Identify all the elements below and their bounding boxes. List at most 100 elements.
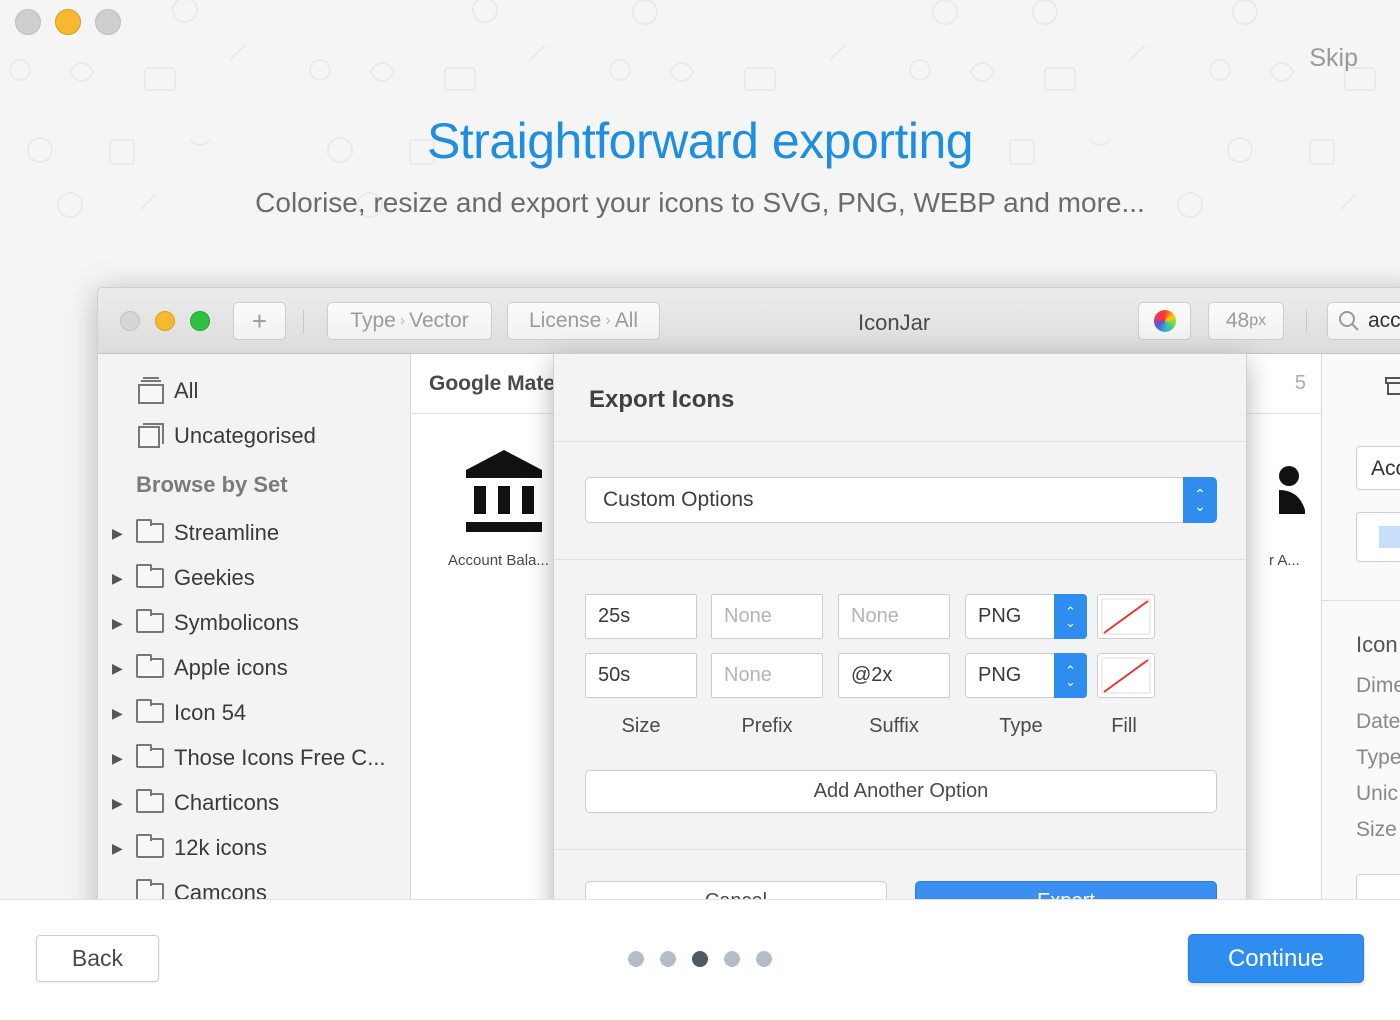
disclosure-triangle-icon[interactable]: ▶ [112, 750, 136, 767]
window-zoom-button[interactable] [95, 9, 121, 35]
sidebar-item-icon-54[interactable]: ▶ Icon 54 [112, 693, 246, 733]
no-fill-icon [1101, 657, 1151, 694]
prefix-field[interactable]: None [711, 594, 823, 639]
disclosure-triangle-icon[interactable]: ▶ [112, 615, 136, 632]
bank-icon[interactable] [464, 448, 544, 534]
icon-label: r A... [1269, 552, 1300, 569]
prefix-field[interactable]: None [711, 653, 823, 698]
select-stepper-icon: ⌃ ⌄ [1183, 477, 1217, 523]
sidebar-item-label: Geekies [174, 565, 255, 590]
license-filter-key: License [528, 309, 602, 332]
inspector-divider [1322, 600, 1400, 601]
disclosure-triangle-icon[interactable]: ▶ [112, 705, 136, 722]
inspector-bottom-button[interactable] [1356, 874, 1400, 900]
sidebar-item-geekies[interactable]: ▶ Geekies [112, 558, 255, 598]
sidebar-item-12k-icons[interactable]: ▶ 12k icons [112, 828, 267, 868]
icon-label: Account Bala... [448, 552, 549, 569]
disclosure-triangle-icon[interactable]: ▶ [112, 525, 136, 542]
sidebar-item-apple-icons[interactable]: ▶ Apple icons [112, 648, 288, 688]
icon-count: 5 [1294, 372, 1306, 394]
disclosure-triangle-icon[interactable]: ▶ [112, 840, 136, 857]
fill-color-well[interactable] [1097, 653, 1155, 698]
sidebar-section-title: Browse by Set [136, 472, 288, 497]
folder-icon [136, 519, 164, 543]
chevron-right-icon: › [605, 312, 611, 329]
inspector-panel: Acc Icon Dime Date Type Unic Size [1321, 354, 1400, 900]
page-dot[interactable] [660, 951, 676, 967]
type-value: PNG [978, 664, 1022, 686]
folder-icon [136, 699, 164, 723]
no-fill-icon [1101, 598, 1151, 635]
sidebar-item-label: Streamline [174, 520, 280, 545]
skip-link[interactable]: Skip [1309, 44, 1358, 73]
export-preset-value: Custom Options [603, 488, 754, 511]
disclosure-triangle-icon[interactable]: ▶ [112, 795, 136, 812]
document-stack-icon [138, 423, 164, 448]
type-select[interactable]: PNG ⌃ ⌄ [965, 653, 1087, 698]
inspector-button-label: Acc [1371, 457, 1400, 480]
set-title: Google Mate [429, 372, 556, 395]
sidebar-item-streamline[interactable]: ▶ Streamline [112, 513, 279, 553]
column-label-prefix: Prefix [741, 715, 793, 737]
sidebar-item-symbolicons[interactable]: ▶ Symbolicons [112, 603, 299, 643]
person-icon[interactable] [1279, 464, 1309, 524]
page-dot[interactable] [724, 951, 740, 967]
fill-color-well[interactable] [1097, 594, 1155, 639]
archive-icon[interactable] [1384, 376, 1400, 396]
inspector-row-unicode: Unic [1356, 782, 1399, 805]
continue-button[interactable]: Continue [1188, 934, 1364, 983]
search-field[interactable]: acc [1327, 302, 1400, 340]
size-field[interactable]: 50s [585, 653, 697, 698]
search-text: acc [1368, 309, 1400, 332]
inspector-section-title: Icon [1356, 632, 1398, 657]
toolbar-divider [1306, 310, 1307, 334]
icon-size-button[interactable]: 48 px [1208, 302, 1284, 340]
license-filter-value: All [614, 309, 639, 332]
folder-icon [136, 744, 164, 768]
sidebar-item-label: Those Icons Free C... [174, 745, 386, 770]
color-swatch [1379, 526, 1400, 548]
page-dot[interactable] [628, 951, 644, 967]
type-filter-button[interactable]: Type › Vector [327, 302, 492, 340]
sidebar-item-charticons[interactable]: ▶ Charticons [112, 783, 279, 823]
sidebar-item-camcons[interactable]: Camcons [136, 873, 267, 900]
color-picker-button[interactable] [1138, 302, 1191, 340]
cancel-button[interactable]: Cancel [585, 881, 887, 900]
suffix-value: None [851, 605, 899, 627]
sidebar-item-label: All [174, 378, 199, 403]
app-minimize-dot [155, 311, 175, 331]
window-minimize-button[interactable] [55, 9, 81, 35]
back-button[interactable]: Back [36, 935, 159, 982]
export-button[interactable]: Export [915, 881, 1217, 900]
sidebar-item-all[interactable]: All [136, 371, 198, 411]
app-close-dot [120, 311, 140, 331]
dialog-divider [554, 559, 1246, 560]
inspector-color-well[interactable] [1356, 512, 1400, 562]
window-close-button[interactable] [15, 9, 41, 35]
app-toolbar: + Type › Vector License › All IconJar 48… [98, 288, 1400, 354]
disclosure-triangle-icon[interactable]: ▶ [112, 660, 136, 677]
sidebar-item-uncategorised[interactable]: Uncategorised [136, 416, 316, 456]
folder-icon [136, 654, 164, 678]
suffix-field[interactable]: @2x [838, 653, 950, 698]
add-button[interactable]: + [233, 302, 286, 340]
sidebar-item-those-icons[interactable]: ▶ Those Icons Free C... [112, 738, 386, 778]
disclosure-triangle-icon[interactable]: ▶ [112, 570, 136, 587]
search-icon [1339, 311, 1359, 331]
onboarding-hero: Skip Straightforward exporting Colorise,… [0, 0, 1400, 900]
archive-icon [136, 879, 164, 900]
type-select[interactable]: PNG ⌃ ⌄ [965, 594, 1087, 639]
page-dot[interactable] [756, 951, 772, 967]
app-zoom-dot [190, 311, 210, 331]
page-dot-active[interactable] [692, 951, 708, 967]
inspector-row-type: Type [1356, 746, 1400, 769]
inspector-button[interactable]: Acc [1356, 446, 1400, 490]
dialog-title: Export Icons [589, 386, 735, 413]
add-option-button[interactable]: Add Another Option [585, 770, 1217, 813]
size-field[interactable]: 25s [585, 594, 697, 639]
export-preset-select[interactable]: Custom Options ⌃ ⌄ [585, 477, 1217, 523]
app-window-controls [120, 311, 210, 331]
license-filter-button[interactable]: License › All [507, 302, 660, 340]
folder-icon [136, 564, 164, 588]
suffix-field[interactable]: None [838, 594, 950, 639]
